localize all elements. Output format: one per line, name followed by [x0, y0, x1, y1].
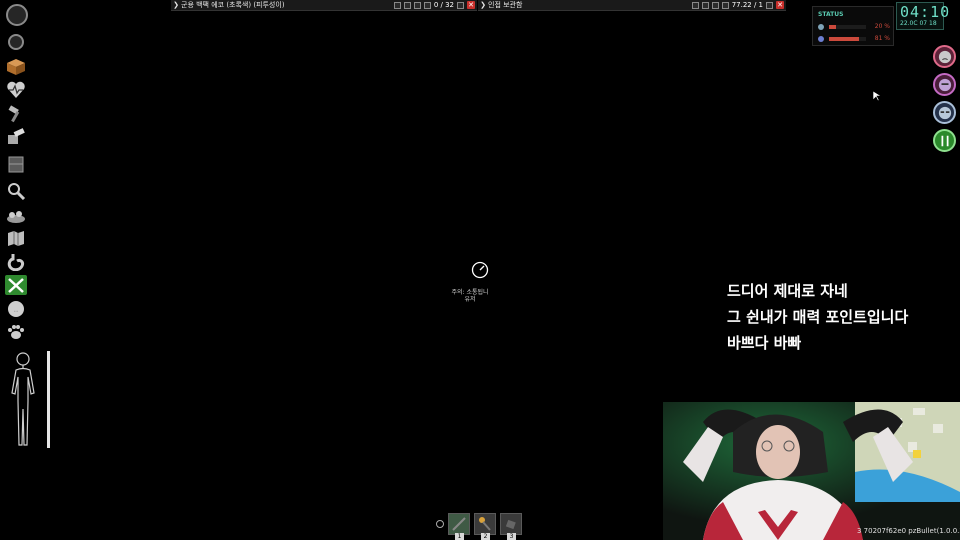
toggle-icon[interactable]: [691, 1, 699, 9]
weight-icon: [423, 1, 431, 9]
collapse-arrow-icon[interactable]: ❯: [171, 1, 181, 9]
status-row: 20 %: [818, 23, 892, 31]
status-percent: 81 %: [874, 35, 890, 42]
hotbar-slot[interactable]: 2: [474, 513, 496, 540]
player-warning-text: 주의: 소통됩니: [451, 289, 489, 296]
stomach-icon[interactable]: [5, 252, 27, 272]
inventory-title: 군용 백팩 에코 (초록색) (피투성이): [181, 1, 285, 9]
subtitle-line: 바쁘다 바빠: [727, 334, 802, 352]
inventory-weight: 0 / 32: [433, 1, 454, 9]
hotbar-slot-number: 3: [507, 533, 516, 540]
crafting-hammer-icon[interactable]: [5, 104, 27, 124]
mining-pick-icon[interactable]: [5, 275, 27, 295]
mood-face-icon[interactable]: [933, 45, 956, 68]
tool-item-icon: [479, 517, 491, 531]
subtitle-line: 드디어 제대로 자네: [727, 282, 848, 300]
sort-icon[interactable]: [701, 1, 709, 9]
weight-icon: [721, 1, 729, 9]
status-bar-fill: [829, 37, 859, 41]
lock-icon[interactable]: [711, 1, 719, 9]
status-row: 81 %: [818, 35, 892, 43]
status-bar-fill: [829, 25, 837, 29]
hotbar-toggle-icon[interactable]: [436, 520, 444, 528]
status-panel: STATUS 20 % 81 %: [812, 6, 894, 46]
hotbar-slot-number: 2: [481, 533, 490, 540]
search-magnifier-icon[interactable]: [5, 181, 27, 201]
game-clock: 04:10 22.0C 07 18: [896, 2, 949, 30]
health-heart-icon[interactable]: [5, 80, 27, 100]
action-timer-icon: [471, 261, 489, 283]
build-saw-icon[interactable]: [5, 127, 27, 147]
clock-detail: 22.0C 07 18: [900, 20, 937, 27]
clock-time: 04:10: [900, 3, 951, 21]
hotbar-slot-number: 1: [455, 533, 464, 540]
chat-bubble-icon[interactable]: ...: [5, 299, 27, 319]
svg-text:...: ...: [14, 308, 19, 314]
sidebar-small-circle[interactable]: [8, 34, 24, 50]
map-grid-icon[interactable]: [5, 228, 27, 248]
stress-face-icon[interactable]: [933, 73, 956, 96]
info-icon[interactable]: [457, 1, 464, 9]
collapse-arrow-icon[interactable]: ❯: [478, 1, 488, 9]
close-icon[interactable]: ✕: [776, 1, 784, 9]
paw-icon[interactable]: [5, 322, 27, 342]
lock-icon[interactable]: [413, 1, 421, 9]
farming-icon[interactable]: [5, 205, 27, 225]
inventory-window-bar-right[interactable]: ❯ 인접 보관함 77.22 / 1 ✕: [478, 0, 786, 11]
subtitle-line: 그 쉰내가 매력 포인트입니다: [727, 308, 909, 326]
sort-icon[interactable]: [403, 1, 411, 9]
inventory-window-bar-left[interactable]: ❯ 군용 백팩 에코 (초록색) (피투성이) 0 / 32 ✕: [171, 0, 477, 11]
toggle-icon[interactable]: [393, 1, 401, 9]
weapon-item-icon: [449, 514, 469, 534]
info-icon[interactable]: [766, 1, 773, 9]
hunger-fork-icon[interactable]: [933, 129, 956, 152]
loot-weight: 77.22 / 1: [731, 1, 763, 9]
streamer-video: [663, 402, 960, 540]
close-icon[interactable]: ✕: [467, 1, 475, 9]
player-name-tag: 주의: 소통됩니 유저: [445, 289, 495, 303]
loot-title: 인접 보관함: [488, 1, 523, 9]
webcam-overlay: [663, 402, 960, 540]
status-stat-icon: [818, 36, 824, 42]
hotbar-slot[interactable]: 3: [500, 513, 522, 540]
item-icon: [505, 519, 516, 530]
sad-face-icon[interactable]: [933, 101, 956, 124]
status-stat-icon: [818, 24, 824, 30]
endurance-bar: [47, 351, 50, 448]
sidebar-top-circle[interactable]: [6, 4, 28, 26]
furniture-box-icon[interactable]: [5, 154, 27, 174]
status-title: STATUS: [818, 11, 844, 18]
body-health-silhouette[interactable]: [4, 351, 42, 449]
status-percent: 20 %: [874, 23, 890, 30]
player-name-text: 유저: [464, 296, 476, 303]
mouse-cursor-icon: [872, 87, 883, 106]
crate-icon[interactable]: [5, 57, 27, 77]
hotbar-slot[interactable]: 1: [448, 513, 470, 540]
build-version: 3 70207f62e0 pzBullet(1.0.0.28): [857, 527, 960, 535]
